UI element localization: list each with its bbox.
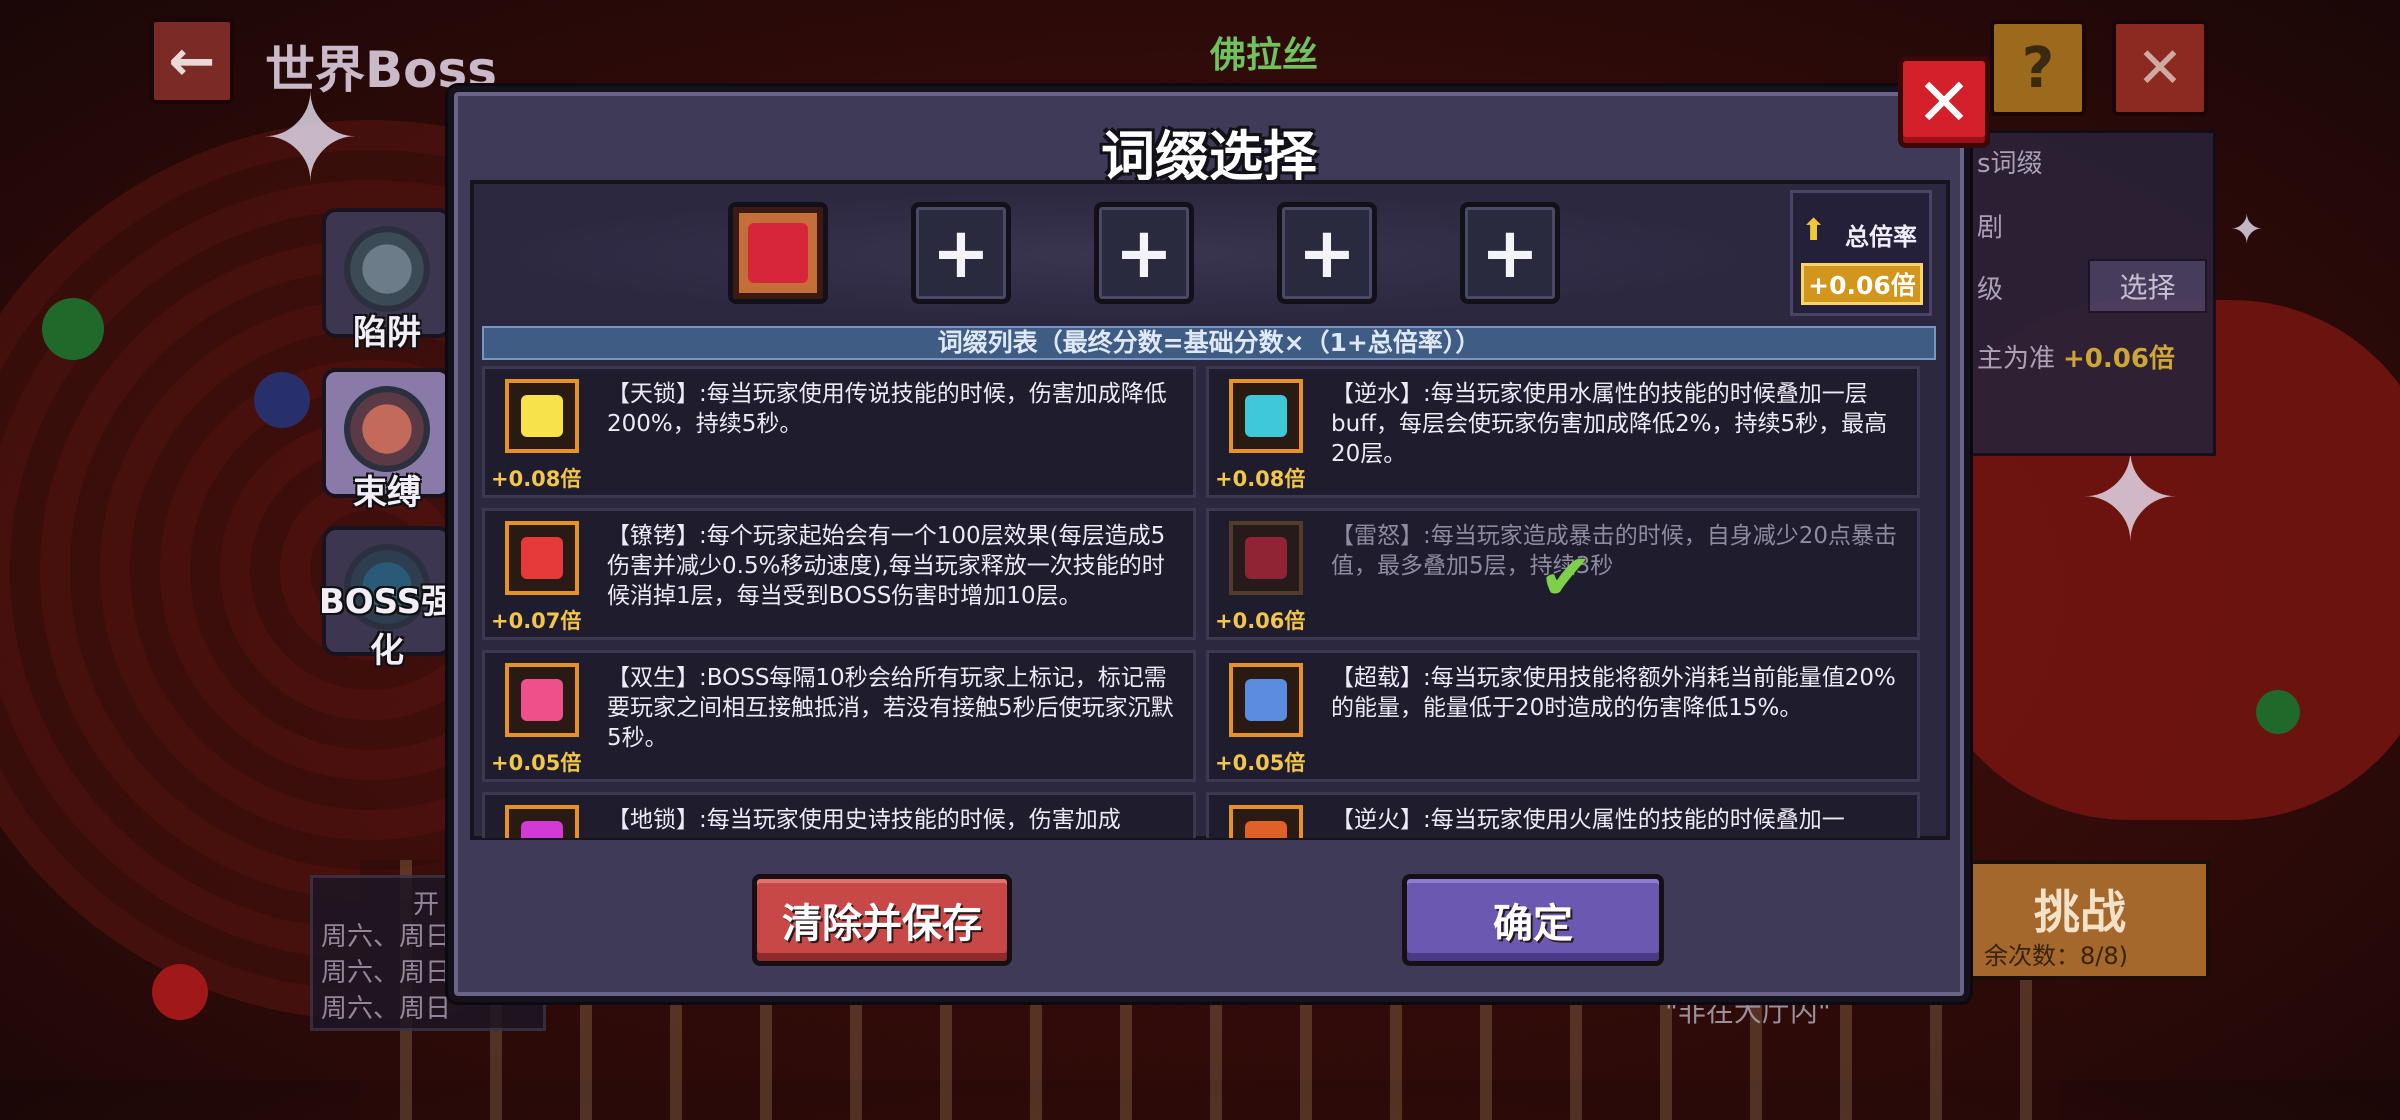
affix-card-thunder-anger[interactable]: +0.06倍 【雷怒】:每当玩家造成暴击的时候，自身减少20点暴击值，最多叠加5… bbox=[1206, 508, 1920, 640]
plus-icon: + bbox=[1297, 212, 1357, 294]
plus-icon: + bbox=[1114, 212, 1174, 294]
overload-icon bbox=[1229, 663, 1303, 737]
affix-multiplier: +0.07倍 bbox=[491, 609, 582, 633]
challenge-button[interactable]: 挑战 余次数：8/8) bbox=[1960, 860, 2210, 980]
affix-description: 【超载】:每当玩家使用技能将额外消耗当前能量值20%的能量，能量低于20时造成的… bbox=[1331, 665, 1896, 721]
close-window-button[interactable]: ✕ bbox=[2112, 20, 2208, 116]
affix-slot-4[interactable]: + bbox=[1277, 202, 1377, 304]
back-button[interactable]: ← bbox=[150, 18, 234, 104]
affix-multiplier: +0.05倍 bbox=[491, 751, 582, 775]
affix-multiplier: +0.08倍 bbox=[491, 467, 582, 491]
affix-card-sky-lock[interactable]: +0.08倍 【天锁】:每当玩家使用传说技能的时候，伤害加成降低200%，持续5… bbox=[482, 366, 1196, 498]
boost-value: +0.06倍 bbox=[2063, 344, 2175, 374]
reverse-water-icon bbox=[1229, 379, 1303, 453]
earth-lock-icon bbox=[505, 805, 579, 838]
affix-multiplier: +0.06倍 bbox=[1215, 609, 1306, 633]
twin-heart-icon bbox=[505, 663, 579, 737]
affix-card-shackle[interactable]: +0.07倍 【镣铐】:每个玩家起始会有一个100层效果(每层造成5伤害并减少0… bbox=[482, 508, 1196, 640]
affix-slot-1[interactable] bbox=[728, 202, 828, 304]
affix-card-reverse-water[interactable]: +0.08倍 【逆水】:每当玩家使用水属性的技能的时候叠加一层buff，每层会使… bbox=[1206, 366, 1920, 498]
question-icon: ? bbox=[2021, 35, 2055, 101]
affix-description: 【天锁】:每当玩家使用传说技能的时候，伤害加成降低200%，持续5秒。 bbox=[607, 381, 1167, 437]
affix-list[interactable]: +0.08倍 【天锁】:每当玩家使用传说技能的时候，伤害加成降低200%，持续5… bbox=[482, 366, 1936, 838]
challenge-label: 挑战 bbox=[2034, 885, 2126, 939]
affix-card-earth-lock[interactable]: 【地锁】:每当玩家使用史诗技能的时候，伤害加成 bbox=[482, 792, 1196, 838]
plus-icon: + bbox=[931, 212, 991, 294]
affix-description: 【地锁】:每当玩家使用史诗技能的时候，伤害加成 bbox=[607, 807, 1121, 833]
affix-description: 【雷怒】:每当玩家造成暴击的时候，自身减少20点暴击值，最多叠加5层，持续3秒 bbox=[1331, 523, 1898, 579]
total-multiplier-value: +0.06倍 bbox=[1801, 263, 1923, 305]
shackle-icon bbox=[505, 521, 579, 595]
confirm-button[interactable]: 确定 bbox=[1402, 874, 1664, 966]
thunder-anger-icon bbox=[1229, 521, 1303, 595]
sparkle-icon: ✦ bbox=[2230, 207, 2264, 253]
green-orb bbox=[42, 298, 104, 360]
bind-gear-icon bbox=[344, 386, 430, 472]
reverse-fire-icon bbox=[1229, 805, 1303, 838]
affix-description: 【逆火】:每当玩家使用火属性的技能的时候叠加一 bbox=[1331, 807, 1845, 833]
blue-orb bbox=[254, 372, 310, 428]
close-icon: ✕ bbox=[2136, 35, 2184, 101]
total-multiplier-box: ⬆ 总倍率 +0.06倍 bbox=[1790, 190, 1932, 316]
panel-row: 主为准 bbox=[1977, 344, 2056, 374]
affix-slot-3[interactable]: + bbox=[1094, 202, 1194, 304]
arrow-up-icon: ⬆ bbox=[1801, 213, 1827, 248]
green-orb bbox=[2256, 690, 2300, 734]
sparkle-icon: ✦ bbox=[2080, 430, 2181, 569]
help-button[interactable]: ? bbox=[1990, 20, 2086, 116]
sidebar-item-label: BOSS强化 bbox=[318, 582, 456, 671]
affix-multiplier: +0.05倍 bbox=[1215, 751, 1306, 775]
sidebar-item-trap[interactable]: 陷阱 bbox=[322, 208, 452, 353]
arrow-left-icon: ← bbox=[168, 28, 216, 94]
sky-lock-icon bbox=[505, 379, 579, 453]
affix-list-header: 词缀列表（最终分数=基础分数×（1+总倍率）） bbox=[482, 326, 1936, 360]
sidebar-item-label: 陷阱 bbox=[353, 313, 421, 353]
affix-card-twin[interactable]: +0.05倍 【双生】:BOSS每隔10秒会给所有玩家上标记，标记需要玩家之间相… bbox=[482, 650, 1196, 782]
affix-slot-2[interactable]: + bbox=[911, 202, 1011, 304]
thunder-anger-icon bbox=[748, 223, 808, 283]
affix-description: 【逆水】:每当玩家使用水属性的技能的时候叠加一层buff，每层会使玩家伤害加成降… bbox=[1331, 381, 1888, 467]
affix-description: 【镣铐】:每个玩家起始会有一个100层效果(每层造成5伤害并减少0.5%移动速度… bbox=[607, 523, 1166, 609]
panel-row: 剧 bbox=[1977, 213, 2004, 243]
affix-slot-5[interactable]: + bbox=[1460, 202, 1560, 304]
clear-and-save-button[interactable]: 清除并保存 bbox=[752, 874, 1012, 966]
panel-row: 级 bbox=[1977, 275, 2004, 305]
plus-icon: + bbox=[1480, 212, 1540, 294]
boss-name: 佛拉丝 bbox=[1210, 35, 1319, 76]
schedule-line: 周六、周日 bbox=[321, 922, 452, 952]
close-icon: ✕ bbox=[1916, 63, 1972, 141]
remaining-count: 余次数：8/8) bbox=[1984, 942, 2128, 970]
panel-row: s词缀 bbox=[1977, 149, 2043, 179]
schedule-line: 周六、周日 bbox=[321, 994, 452, 1024]
total-multiplier-label: 总倍率 bbox=[1845, 223, 1917, 251]
dialog-close-button[interactable]: ✕ bbox=[1898, 56, 1990, 148]
red-orb bbox=[152, 964, 208, 1020]
affix-card-overload[interactable]: +0.05倍 【超载】:每当玩家使用技能将额外消耗当前能量值20%的能量，能量低… bbox=[1206, 650, 1920, 782]
affix-multiplier: +0.08倍 bbox=[1215, 467, 1306, 491]
affix-description: 【双生】:BOSS每隔10秒会给所有玩家上标记，标记需要玩家之间相互接触抵消，若… bbox=[607, 665, 1174, 751]
sidebar-item-boss-boost[interactable]: BOSS强化 bbox=[319, 526, 455, 671]
schedule-line: 周六、周日 bbox=[321, 958, 452, 988]
select-button[interactable]: 选择 bbox=[2088, 259, 2207, 313]
affix-card-reverse-fire[interactable]: 【逆火】:每当玩家使用火属性的技能的时候叠加一 bbox=[1206, 792, 1920, 838]
sidebar-item-label: 束缚 bbox=[353, 473, 421, 513]
trap-gear-icon bbox=[344, 226, 430, 312]
affix-summary-panel: s词缀 剧 级 选择 主为准 +0.06倍 bbox=[1960, 130, 2216, 456]
checkmark-icon: ✔ bbox=[1539, 541, 1593, 615]
sidebar-item-bind[interactable]: 束缚 bbox=[322, 368, 452, 513]
